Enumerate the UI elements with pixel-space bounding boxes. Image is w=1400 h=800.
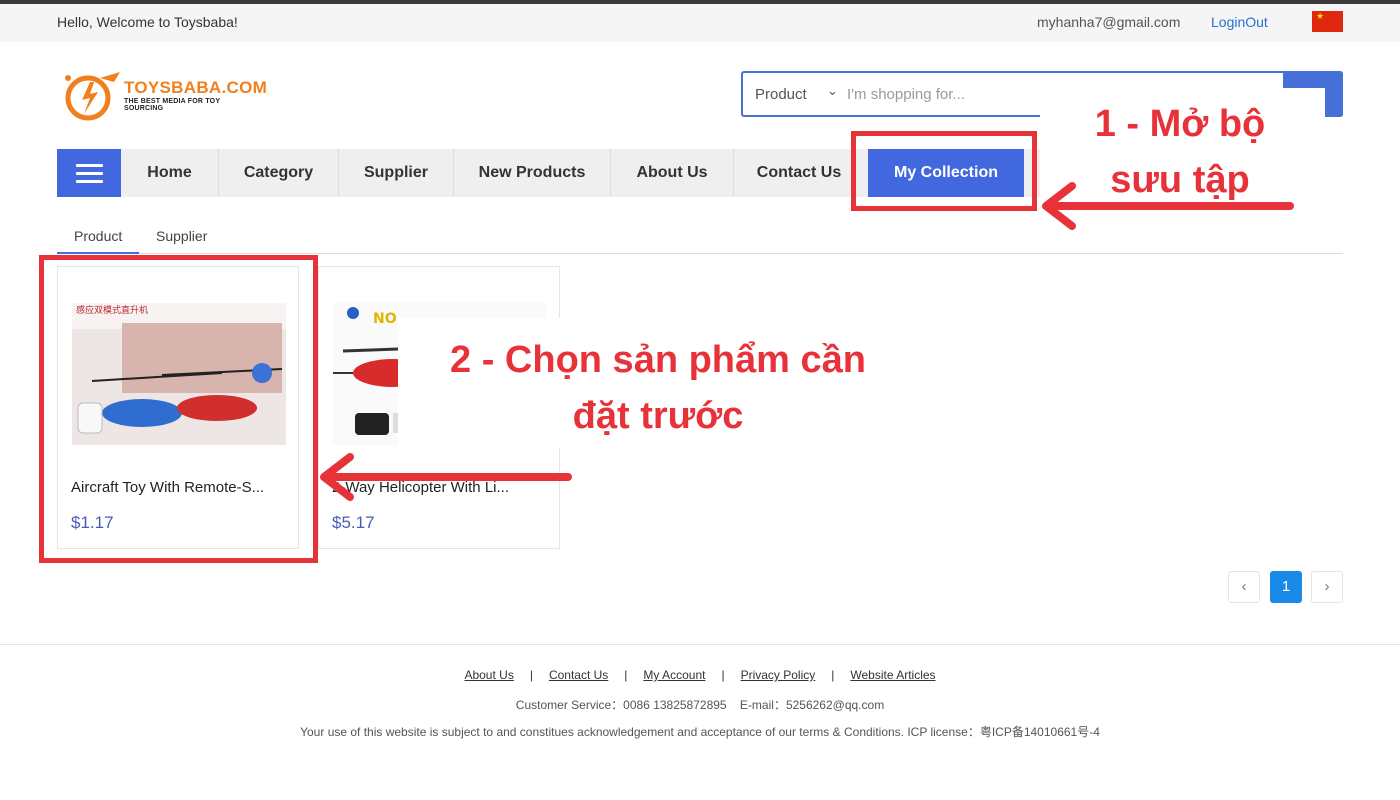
prev-page-button[interactable]: ‹ — [1228, 571, 1260, 603]
footer-link-about-us[interactable]: About Us — [464, 668, 513, 682]
annotation-highlight-product — [39, 255, 318, 563]
footer-link-contact-us[interactable]: Contact Us — [549, 668, 608, 682]
footer-link-privacy-policy[interactable]: Privacy Policy — [741, 668, 816, 682]
nav-new-products[interactable]: New Products — [454, 149, 611, 197]
menu-icon[interactable] — [57, 149, 121, 197]
logo-mark-icon — [65, 72, 120, 121]
nav-category[interactable]: Category — [219, 149, 339, 197]
logo-name: TOYSBABA.COM — [124, 78, 268, 97]
arrow-left-icon — [1042, 182, 1294, 230]
next-page-button[interactable]: › — [1311, 571, 1343, 603]
china-flag-icon[interactable]: ★ — [1312, 11, 1343, 32]
annotation-highlight-collection — [851, 131, 1037, 211]
top-bar: Hello, Welcome to Toysbaba! myhanha7@gma… — [0, 4, 1400, 42]
footer-terms: Your use of this website is subject to a… — [300, 725, 1100, 739]
nav-contact-us[interactable]: Contact Us — [734, 149, 864, 197]
logout-link[interactable]: LoginOut — [1211, 14, 1268, 30]
welcome-text: Hello, Welcome to Toysbaba! — [57, 14, 238, 30]
tab-active-indicator — [57, 252, 139, 254]
tab-supplier[interactable]: Supplier — [156, 228, 207, 244]
footer-link-website-articles[interactable]: Website Articles — [850, 668, 935, 682]
nav-about-us[interactable]: About Us — [611, 149, 734, 197]
logo-tagline: THE BEST MEDIA FOR TOY SOURCING — [124, 98, 221, 112]
footer-service-info: Customer Service：0086 13825872895 E-mail… — [515, 698, 885, 712]
svg-text:NO: NO — [373, 311, 397, 327]
footer-divider — [0, 644, 1400, 645]
arrow-left-icon — [320, 453, 572, 501]
page: { "topbar": { "welcome": "Hello, Welcome… — [0, 0, 1400, 800]
chevron-down-icon[interactable]: ⌄ — [827, 83, 838, 99]
product-price: $5.17 — [332, 513, 375, 532]
annotation-step1-line1: 1 - Mở bộ — [1094, 103, 1266, 145]
nav-home[interactable]: Home — [121, 149, 219, 197]
tab-product[interactable]: Product — [74, 228, 122, 244]
footer-link-my-account[interactable]: My Account — [643, 668, 705, 682]
nav-supplier[interactable]: Supplier — [339, 149, 454, 197]
site-logo[interactable]: TOYSBABA.COM THE BEST MEDIA FOR TOY SOUR… — [60, 68, 267, 122]
user-email: myhanha7@gmail.com — [1037, 14, 1181, 30]
tabs-divider — [57, 253, 1343, 254]
footer-links: About Us | Contact Us | My Account | Privacy P… — [464, 668, 936, 682]
annotation-step2-line1: 2 - Chọn sản phẩm cần — [450, 339, 866, 381]
page-1-button[interactable]: 1 — [1270, 571, 1302, 603]
annotation-step2-line2: đặt trước — [572, 395, 744, 437]
search-category-select[interactable]: Product — [755, 86, 807, 103]
